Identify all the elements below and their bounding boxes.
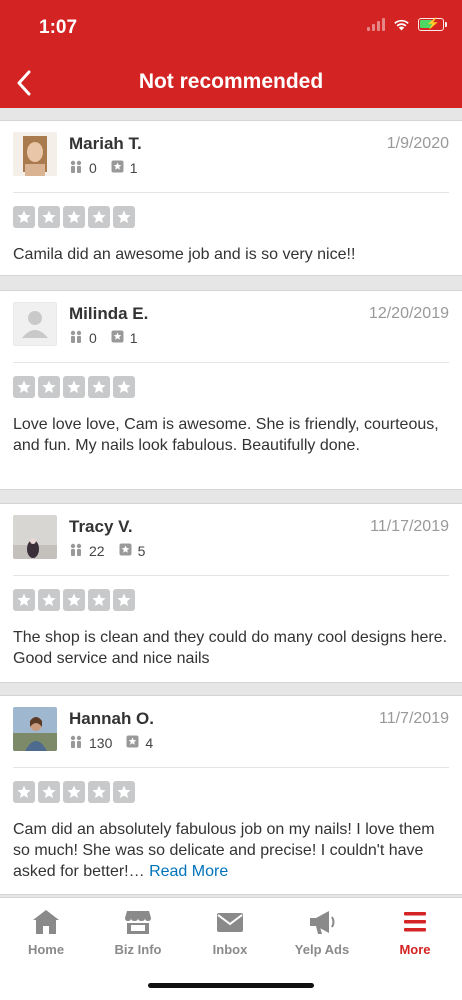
- envelope-icon: [184, 906, 276, 938]
- avatar[interactable]: [13, 515, 57, 559]
- reviewer-stats: 0 1: [69, 160, 152, 176]
- avatar[interactable]: [13, 302, 57, 346]
- review-text: The shop is clean and they could do many…: [13, 629, 448, 667]
- star-icon: [63, 376, 85, 398]
- tab-yelp-ads[interactable]: Yelp Ads: [276, 906, 368, 966]
- star-icon: [38, 589, 60, 611]
- review-date: 11/7/2019: [379, 710, 449, 727]
- divider: [13, 575, 449, 576]
- review-count-icon: [119, 543, 132, 559]
- tab-label: Yelp Ads: [294, 942, 350, 957]
- tab-label: More: [399, 942, 431, 957]
- star-icon: [88, 589, 110, 611]
- friends-count: 130: [89, 735, 113, 751]
- star-icon: [113, 781, 135, 803]
- storefront-icon: [92, 906, 184, 938]
- divider: [13, 362, 449, 363]
- star-icon: [88, 376, 110, 398]
- menu-icon: [369, 906, 461, 938]
- wifi-icon: [393, 18, 410, 31]
- reviewer-name[interactable]: Tracy V.: [69, 517, 133, 537]
- friends-icon: [69, 735, 83, 751]
- read-more-link[interactable]: Read More: [149, 863, 228, 880]
- reviewer-stats: 0 1: [69, 330, 152, 346]
- star-icon: [13, 206, 35, 228]
- review-count: 5: [137, 543, 146, 559]
- review-text: Love love love, Cam is awesome. She is f…: [13, 416, 439, 454]
- star-icon: [63, 206, 85, 228]
- status-time: 1:07: [39, 17, 78, 38]
- reviewer-name[interactable]: Hannah O.: [69, 709, 154, 729]
- review-date: 1/9/2020: [386, 135, 449, 152]
- star-icon: [113, 376, 135, 398]
- tab-label: Home: [27, 942, 65, 957]
- review-card: Milinda E. 12/20/2019 0 1 Love love love…: [0, 290, 462, 490]
- review-count: 1: [129, 160, 138, 176]
- review-count: 4: [145, 735, 154, 751]
- review-card: Mariah T. 1/9/2020 0 1 Camila did an awe…: [0, 120, 462, 276]
- review-text: Cam did an absolutely fabulous job on my…: [13, 819, 449, 882]
- review-card: Hannah O. 11/7/2019 130 4 Cam did an abs…: [0, 695, 462, 895]
- star-icon: [13, 589, 35, 611]
- megaphone-icon: [276, 906, 368, 938]
- star-rating: [13, 376, 135, 398]
- divider: [13, 767, 449, 768]
- friends-count: 0: [89, 160, 97, 176]
- avatar[interactable]: [13, 132, 57, 176]
- avatar[interactable]: [13, 707, 57, 751]
- star-icon: [63, 589, 85, 611]
- friends-count: 22: [89, 543, 105, 559]
- review-date: 11/17/2019: [370, 518, 449, 535]
- reviewer-name[interactable]: Milinda E.: [69, 304, 148, 324]
- navigation-bar: Not recommended: [0, 58, 462, 108]
- review-count-icon: [111, 330, 124, 346]
- review-count: 1: [129, 330, 138, 346]
- star-icon: [38, 376, 60, 398]
- signal-icon: [367, 18, 385, 31]
- star-icon: [13, 376, 35, 398]
- star-rating: [13, 781, 135, 803]
- reviewer-stats: 22 5: [69, 543, 159, 559]
- friends-icon: [69, 160, 83, 176]
- friends-count: 0: [89, 330, 97, 346]
- review-card: Tracy V. 11/17/2019 22 5 The shop is cle…: [0, 503, 462, 683]
- tab-biz-info[interactable]: Biz Info: [92, 906, 184, 966]
- battery-icon: ⚡: [418, 18, 447, 31]
- tab-home[interactable]: Home: [0, 906, 92, 966]
- review-count-icon: [111, 160, 124, 176]
- star-icon: [113, 589, 135, 611]
- status-icons: ⚡: [367, 18, 447, 31]
- reviewer-name[interactable]: Mariah T.: [69, 134, 142, 154]
- review-text: Camila did an awesome job and is so very…: [13, 246, 356, 263]
- divider: [13, 192, 449, 193]
- status-bar: 1:07 ⚡: [0, 0, 462, 58]
- star-icon: [88, 206, 110, 228]
- home-icon: [0, 906, 92, 938]
- tab-label: Biz Info: [114, 942, 162, 957]
- review-date: 12/20/2019: [368, 305, 449, 322]
- tab-label: Inbox: [212, 942, 248, 957]
- star-rating: [13, 206, 135, 228]
- reviewer-stats: 130 4: [69, 735, 167, 751]
- star-icon: [38, 781, 60, 803]
- tab-inbox[interactable]: Inbox: [184, 906, 276, 966]
- star-rating: [13, 589, 135, 611]
- star-icon: [38, 206, 60, 228]
- tab-more[interactable]: More: [369, 906, 461, 966]
- star-icon: [113, 206, 135, 228]
- home-indicator: [148, 983, 314, 988]
- star-icon: [13, 781, 35, 803]
- review-count-icon: [126, 735, 139, 751]
- page-title: Not recommended: [138, 70, 324, 93]
- star-icon: [63, 781, 85, 803]
- friends-icon: [69, 543, 83, 559]
- star-icon: [88, 781, 110, 803]
- friends-icon: [69, 330, 83, 346]
